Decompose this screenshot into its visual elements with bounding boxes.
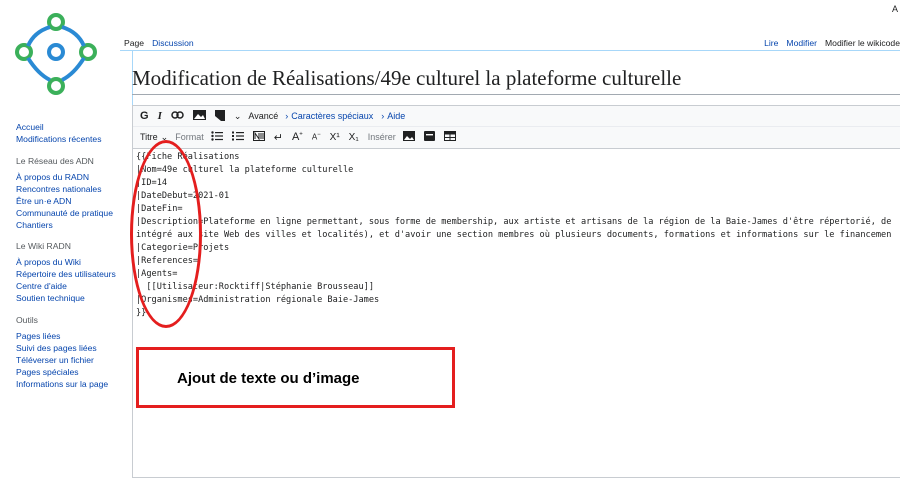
title-divider [132, 94, 900, 95]
logo-arc-tl [26, 25, 51, 47]
editor-line: |ID=14 [136, 178, 168, 188]
sidebar-item-user-directory[interactable]: Répertoire des utilisateurs [16, 269, 124, 280]
link-icon[interactable] [171, 111, 184, 121]
sidebar-item-recent-changes[interactable]: Modifications récentes [16, 134, 124, 145]
gallery-icon[interactable] [402, 131, 415, 143]
sidebar-item-tech-support[interactable]: Soutien technique [16, 293, 124, 304]
nowiki-icon[interactable] [252, 131, 265, 143]
redirect-icon[interactable] [423, 131, 435, 143]
corner-text: A [891, 4, 898, 14]
help-menu[interactable]: Aide [387, 111, 405, 121]
editor-line: |References= [136, 256, 199, 266]
annotation-label: Ajout de texte ou d’image [177, 370, 360, 387]
editor-line: |Description=Plateforme en ligne permett… [136, 217, 892, 227]
logo-ring-bottom [47, 77, 65, 95]
sidebar-item-linked-pages[interactable]: Pages liées [16, 331, 124, 342]
sidebar-item-communaute[interactable]: Communauté de pratique [16, 208, 124, 219]
sidebar-item-upload-file[interactable]: Téléverser un fichier [16, 355, 124, 366]
sidebar-section-title: Le Wiki RADN [16, 241, 71, 251]
page-title: Modification de Réalisations/49e culture… [132, 66, 682, 90]
tab-edit[interactable]: Modifier [782, 37, 821, 49]
sidebar-item-etre-adn[interactable]: Être un·e ADN [16, 196, 124, 207]
editor-line: |DateDebut=2021-01 [136, 191, 230, 201]
editor-toolbar: G I ⌄ Avancé › Caractères spéciaux › Aid… [132, 105, 900, 148]
toolbar-row-advanced: Titre ⌄ Format ↵ A+ A− X¹ X₁ Insérer [133, 126, 900, 147]
bullet-list-icon[interactable] [211, 131, 223, 143]
toolbar-row-main: G I ⌄ Avancé › Caractères spéciaux › Aid… [133, 106, 900, 126]
heading-dropdown[interactable]: Titre [140, 132, 158, 142]
editor-line: }} [136, 308, 147, 318]
sidebar-item-chantiers[interactable]: Chantiers [16, 220, 124, 231]
bold-button[interactable]: G [140, 110, 149, 122]
logo-ring-top [47, 13, 65, 31]
editor-line: |Organismes=Administration régionale Bai… [136, 295, 380, 305]
advanced-menu[interactable]: Avancé [248, 111, 278, 121]
insert-label: Insérer [367, 132, 396, 142]
annotation-ellipse [130, 140, 202, 328]
editor-line: intégré aux site Web des villes et local… [136, 230, 892, 240]
superscript-button[interactable]: X¹ [330, 132, 340, 143]
editor-line: |Categorie=Projets [136, 243, 230, 253]
tab-edit-wikicode[interactable]: Modifier le wikicode [821, 37, 900, 49]
editor-line: {{Fiche Réalisations [136, 152, 240, 162]
italic-button[interactable]: I [158, 110, 162, 122]
image-icon[interactable] [192, 110, 206, 122]
logo-arc-br [61, 56, 86, 82]
chevron-right-icon: › [285, 111, 289, 121]
tab-discussion[interactable]: Discussion [148, 37, 198, 49]
small-text-icon[interactable]: A− [312, 132, 321, 142]
logo-ring-right [79, 43, 97, 61]
logo-ring-center [47, 43, 65, 61]
sidebar-section-title: Outils [16, 314, 38, 325]
sidebar-item-special-pages[interactable]: Pages spéciales [16, 367, 124, 378]
sidebar-item-rencontres[interactable]: Rencontres nationales [16, 184, 124, 195]
sidebar: Accueil Modifications récentes Le Réseau… [16, 122, 124, 391]
file-icon[interactable] [214, 109, 225, 123]
line-break-icon[interactable]: ↵ [274, 131, 283, 144]
editor-line: |Nom=49e culturel la plateforme culturel… [136, 165, 354, 175]
sidebar-item-page-info[interactable]: Informations sur la page [16, 379, 124, 390]
table-icon[interactable] [443, 131, 456, 143]
subscript-button[interactable]: X₁ [349, 132, 359, 143]
chevron-right-icon: › [381, 111, 385, 121]
radn-logo[interactable] [10, 8, 102, 100]
editor-line: |Agents= [136, 269, 178, 279]
numbered-list-icon[interactable] [231, 131, 244, 143]
chevron-down-icon: ⌄ [233, 110, 242, 121]
view-tabs: Lire Modifier Modifier le wikicode [760, 37, 900, 49]
big-text-icon[interactable]: A+ [292, 131, 303, 143]
special-chars-menu[interactable]: Caractères spéciaux [291, 111, 373, 121]
sidebar-section-title: Le Réseau des ADN [16, 155, 94, 166]
tab-page[interactable]: Page [120, 37, 148, 49]
logo-ring-left [15, 43, 33, 61]
namespace-tabs: Page Discussion [120, 37, 198, 49]
sidebar-item-related-changes[interactable]: Suivi des pages liées [16, 343, 124, 354]
format-label: Format [175, 132, 204, 142]
logo-arc-tr [61, 25, 86, 47]
wikitext-editor[interactable]: {{Fiche Réalisations |Nom=49e culturel la… [132, 148, 900, 478]
sidebar-item-help-center[interactable]: Centre d'aide [16, 281, 124, 292]
sidebar-item-about-radn[interactable]: À propos du RADN [16, 172, 124, 183]
editor-line: |DateFin= [136, 204, 183, 214]
logo-arc-bl [26, 56, 51, 82]
editor-line: [[Utilisateur:Rocktiff|Stéphanie Brousse… [136, 282, 374, 292]
sidebar-item-accueil[interactable]: Accueil [16, 122, 124, 133]
sidebar-item-about-wiki[interactable]: À propos du Wiki [16, 257, 124, 268]
tab-read[interactable]: Lire [760, 37, 782, 49]
